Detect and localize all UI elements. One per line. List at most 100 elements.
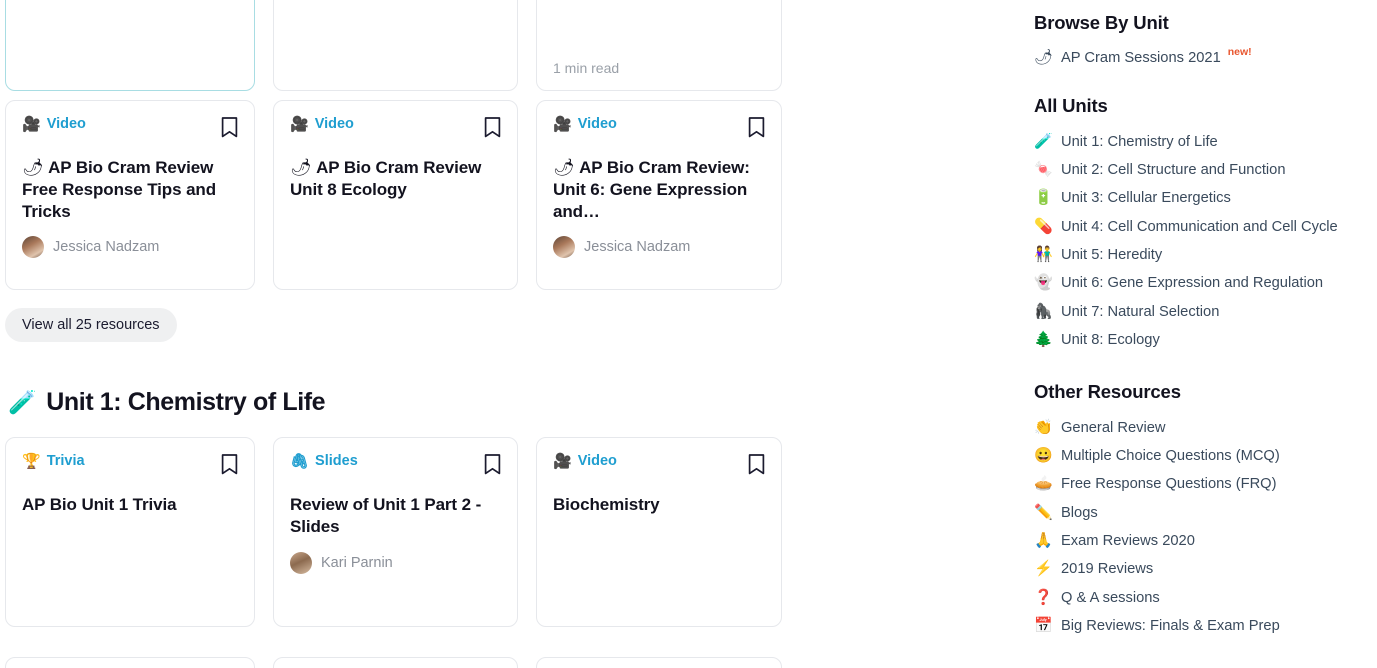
sidebar-item-other-5[interactable]: ⚡ 2019 Reviews: [1034, 554, 1377, 582]
card-title: 🌶 AP Bio Cram Review Unit 8 Ecology: [290, 158, 482, 199]
sidebar-item-label: Q & A sessions: [1061, 589, 1160, 606]
resource-type-label: Video: [46, 116, 86, 133]
sidebar-item-unit-5[interactable]: 👻 Unit 6: Gene Expression and Regulation: [1034, 268, 1377, 296]
card-header: 🎥 Video: [553, 454, 765, 478]
read-time: 1 min read: [553, 60, 620, 76]
sidebar-item-unit-4[interactable]: 👫 Unit 5: Heredity: [1034, 240, 1377, 268]
sidebar-item-other-6[interactable]: ❓ Q & A sessions: [1034, 583, 1377, 611]
sidebar-item-cram-sessions[interactable]: 🌶 AP Cram Sessions 2021 new!: [1034, 43, 1377, 71]
sidebar-item-label: Unit 2: Cell Structure and Function: [1061, 161, 1286, 178]
sidebar-item-label: Unit 8: Ecology: [1061, 332, 1160, 349]
all-units-list: 🧪 Unit 1: Chemistry of Life 🍬 Unit 2: Cell …: [1034, 126, 1377, 353]
chili-pepper-icon: 🌶: [1034, 49, 1054, 67]
author-name: Kari Parnin: [321, 554, 393, 571]
unit1-row-1: 🏆 Trivia AP Bio Unit 1 Trivia 🖇 Slides Review…: [0, 417, 1010, 627]
bookmark-icon[interactable]: [748, 117, 765, 138]
resource-card[interactable]: 🎥 Video 🌶 AP Bio Cram Review Unit 8 Ecolog…: [273, 100, 518, 290]
other-resources-list: 👏 General Review 😀 Multiple Choice Question…: [1034, 412, 1377, 639]
sidebar-item-label: Unit 6: Gene Expression and Regulation: [1061, 275, 1324, 292]
resource-card[interactable]: Party Admin 3Kari Parnin: [273, 0, 518, 91]
sidebar-item-icon: 🙏: [1034, 532, 1053, 550]
bookmark-icon[interactable]: [484, 117, 501, 138]
sidebar-item-unit-0[interactable]: 🧪 Unit 1: Chemistry of Life: [1034, 126, 1377, 154]
sidebar-item-label: Unit 4: Cell Communication and Cell Cycl…: [1061, 218, 1338, 235]
sidebar-item-icon: 📅: [1034, 617, 1053, 635]
resource-type-icon: 🎥: [290, 116, 309, 133]
right-sidebar: Browse By Unit 🌶 AP Cram Sessions 2021 n…: [1034, 0, 1377, 668]
sidebar-item-unit-2[interactable]: 🔋 Unit 3: Cellular Energetics: [1034, 183, 1377, 211]
resource-type-icon: 🎥: [22, 116, 41, 133]
sidebar-item-label: 2019 Reviews: [1061, 561, 1154, 578]
resource-type-label: Slides: [315, 453, 358, 470]
sidebar-item-other-3[interactable]: ✏️ Blogs: [1034, 498, 1377, 526]
resource-type-label: Video: [577, 116, 617, 133]
resource-type-tag: 🖇 Slides: [290, 454, 358, 469]
resource-card[interactable]: Party Admin 2Kari Parnin: [5, 0, 255, 91]
sidebar-item-other-7[interactable]: 📅 Big Reviews: Finals & Exam Prep: [1034, 611, 1377, 639]
sidebar-item-other-4[interactable]: 🙏 Exam Reviews 2020: [1034, 526, 1377, 554]
partial-top-row: Party Admin 2Kari ParninParty Admin 3Kar…: [0, 0, 1010, 91]
resource-card[interactable]: 🎥 Video 🌶 AP Bio Cram Review: Unit 6: Gene…: [536, 100, 782, 290]
resource-type-label: Trivia: [46, 453, 85, 470]
card-header: 🎥 Video: [553, 117, 765, 141]
bookmark-icon[interactable]: [484, 454, 501, 475]
author-name: Jessica Nadzam: [53, 239, 160, 256]
card-title: 🌶 AP Bio Cram Review: Unit 6: Gene Expre…: [553, 158, 750, 221]
sidebar-item-label: Exam Reviews 2020: [1061, 533, 1195, 550]
resource-card[interactable]: 🎥Video: [273, 657, 518, 668]
card-author: Jessica Nadzam: [22, 236, 238, 259]
avatar: [22, 236, 44, 259]
card-title: 🌶 AP Bio Cram Review Free Response Tips …: [22, 158, 216, 221]
unit1-card-rows-host: 🏆 Trivia AP Bio Unit 1 Trivia 🖇 Slides Review…: [0, 417, 1010, 668]
sidebar-item-unit-1[interactable]: 🍬 Unit 2: Cell Structure and Function: [1034, 155, 1377, 183]
card-header: 🎥 Video: [22, 117, 238, 141]
resource-card[interactable]: 🎥 Video 🌶 AP Bio Cram Review Free Response…: [5, 100, 255, 290]
sidebar-item-label: Unit 1: Chemistry of Life: [1061, 133, 1218, 150]
resource-card[interactable]: 🏆 Trivia AP Bio Unit 1 Trivia: [5, 437, 255, 627]
resource-card[interactable]: 🖇 Slides Review of Unit 1 Part 2 - Slides K…: [273, 437, 518, 627]
card-author: Kari Parnin: [290, 551, 501, 574]
cram-session-list: 🌶 AP Cram Sessions 2021 new!: [1034, 43, 1377, 71]
test-tube-icon: 🧪: [8, 389, 37, 415]
resource-card[interactable]: 🎥 Video Biochemistry: [536, 437, 782, 627]
unit-section-heading: 🧪 Unit 1: Chemistry of Life: [0, 388, 1010, 417]
resource-card[interactable]: 📄Study Guide: [536, 657, 782, 668]
sidebar-item-icon: 💊: [1034, 217, 1053, 235]
resource-type-tag: 🏆 Trivia: [22, 454, 85, 469]
resource-type-icon: 🎥: [553, 116, 572, 133]
sidebar-item-other-0[interactable]: 👏 General Review: [1034, 412, 1377, 440]
cram-review-video-row: 🎥 Video 🌶 AP Bio Cram Review Free Response…: [0, 91, 1010, 290]
chili-pepper-icon: 🌶: [290, 158, 317, 177]
card-author: Jessica Nadzam: [553, 236, 765, 259]
sidebar-item-icon: 👏: [1034, 418, 1053, 436]
card-header: 🖇 Slides: [290, 454, 501, 478]
sidebar-item-other-2[interactable]: 🥧 Free Response Questions (FRQ): [1034, 469, 1377, 497]
sidebar-item-icon: 👫: [1034, 246, 1053, 264]
resource-card[interactable]: Sheet PDF Cram ChartAaron Cope1 min read: [536, 0, 782, 91]
sidebar-item-label: Blogs: [1061, 504, 1098, 521]
resource-type-label: Video: [577, 453, 617, 470]
view-all-resources-button[interactable]: View all 25 resources: [5, 308, 177, 342]
author-name: Jessica Nadzam: [584, 239, 691, 256]
unit-section-title: Unit 1: Chemistry of Life: [46, 388, 326, 416]
sidebar-item-icon: ⚡: [1034, 560, 1053, 578]
avatar: [553, 236, 575, 259]
sidebar-item-icon: 🔋: [1034, 189, 1053, 207]
sidebar-item-label: Multiple Choice Questions (MCQ): [1061, 447, 1280, 464]
sidebar-item-icon: 😀: [1034, 446, 1053, 464]
sidebar-item-icon: 🥧: [1034, 475, 1053, 493]
bookmark-icon[interactable]: [748, 454, 765, 475]
sidebar-item-icon: 🦍: [1034, 302, 1053, 320]
sidebar-item-unit-3[interactable]: 💊 Unit 4: Cell Communication and Cell Cyc…: [1034, 212, 1377, 240]
bookmark-icon[interactable]: [221, 117, 238, 138]
resource-list-main: Party Admin 2Kari ParninParty Admin 3Kar…: [0, 0, 1010, 668]
bookmark-icon[interactable]: [221, 454, 238, 475]
sidebar-item-other-1[interactable]: 😀 Multiple Choice Questions (MCQ): [1034, 441, 1377, 469]
sidebar-item-icon: ❓: [1034, 588, 1053, 606]
card-title: Review of Unit 1 Part 2 - Slides: [290, 495, 482, 536]
sidebar-item-icon: 🌲: [1034, 331, 1053, 349]
resource-type-tag: 🎥 Video: [553, 454, 617, 469]
resource-card[interactable]: 🎥Video: [5, 657, 255, 668]
sidebar-item-unit-7[interactable]: 🌲 Unit 8: Ecology: [1034, 325, 1377, 353]
sidebar-item-unit-6[interactable]: 🦍 Unit 7: Natural Selection: [1034, 297, 1377, 325]
